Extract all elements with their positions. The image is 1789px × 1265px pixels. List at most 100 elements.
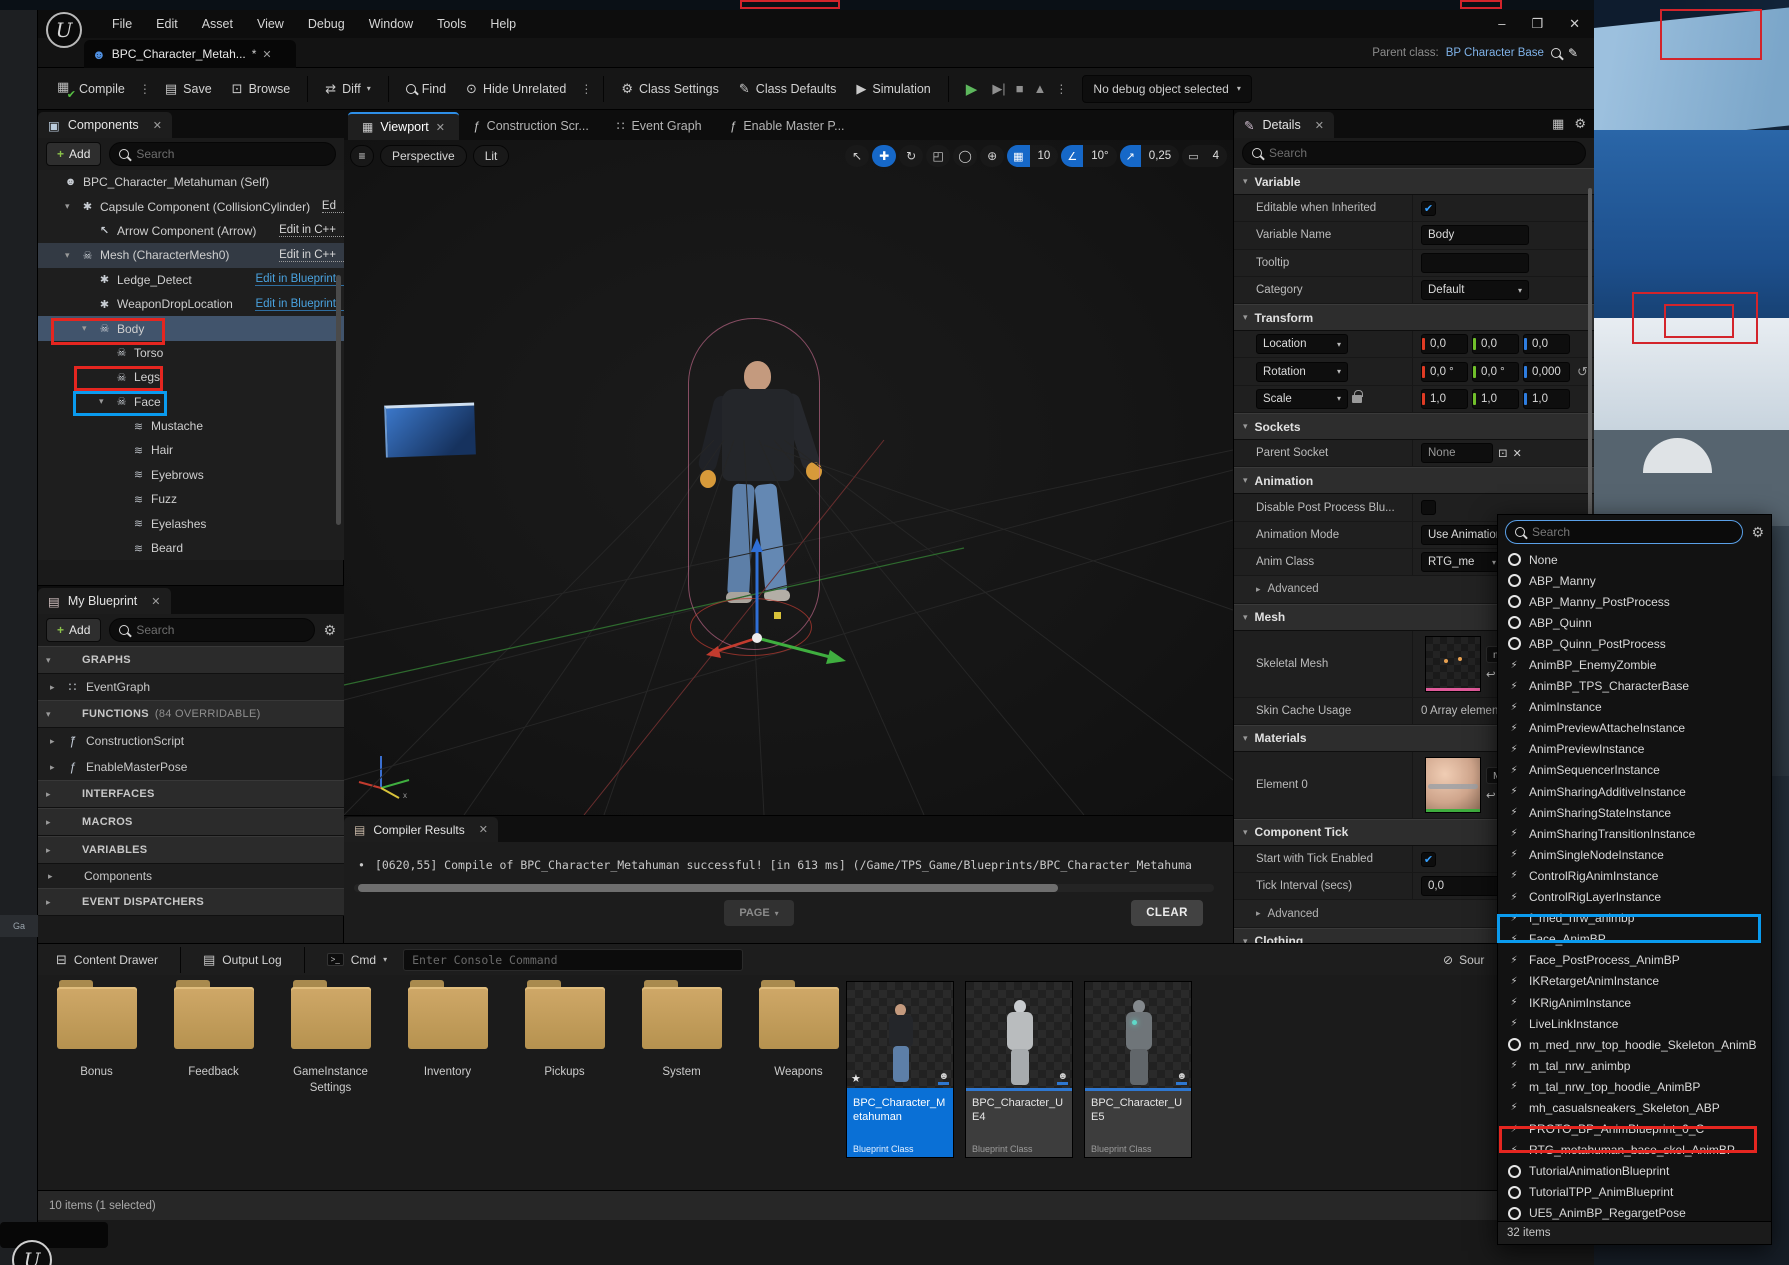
details-scrollbar[interactable] (1588, 188, 1592, 538)
hide-unrelated-button[interactable]: ⊙Hide Unrelated (457, 74, 575, 104)
tab-details[interactable]: ✎ Details ✕ (1234, 112, 1334, 138)
move-tool-icon[interactable]: ✚ (872, 145, 896, 167)
browse-socket-icon[interactable]: ⊡ (1498, 446, 1508, 460)
lock-icon[interactable] (1352, 395, 1362, 403)
edit-link[interactable]: Edit in C++ (279, 249, 344, 262)
dropdown-item[interactable]: ABP_Quinn (1498, 612, 1771, 633)
dropdown-item[interactable]: AnimSharingStateInstance (1498, 802, 1771, 823)
component-tree-row[interactable]: ▾ WeaponDropLocation Edit in Blueprint (38, 292, 344, 316)
parent-socket-input[interactable]: None (1421, 443, 1493, 463)
output-log-button[interactable]: ▤Output Log (195, 952, 290, 968)
find-button[interactable]: Find (397, 74, 455, 104)
asset-card[interactable]: ☻ BPC_Character_UE4 Blueprint Class (965, 981, 1073, 1158)
axis-input[interactable]: 1,0 (1523, 389, 1570, 409)
edit-link[interactable]: Ed (322, 200, 344, 213)
transform-gizmo[interactable] (674, 500, 894, 700)
graph-tab[interactable]: Enable Master P... (716, 112, 859, 140)
world-space-icon[interactable]: ◯ (953, 145, 977, 167)
dropdown-item[interactable]: TutorialTPP_AnimBlueprint (1498, 1182, 1771, 1203)
location-select[interactable]: Location▾ (1256, 334, 1348, 354)
my-blueprint-row[interactable]: ▸ EVENT DISPATCHERS (38, 888, 344, 916)
component-tree-row[interactable]: ▾ Ledge_Detect Edit in Blueprint (38, 268, 344, 292)
tab-my-blueprint[interactable]: ▤ My Blueprint ✕ (38, 588, 171, 614)
axis-input[interactable]: 1,0 (1472, 389, 1519, 409)
axis-input[interactable]: 0,0 (1472, 334, 1519, 354)
edit-link[interactable]: Edit in C++ (279, 224, 344, 237)
dropdown-item[interactable]: AnimSharingAdditiveInstance (1498, 781, 1771, 802)
dropdown-item[interactable]: m_med_nrw_top_hoodie_Skeleton_AnimB (1498, 1034, 1771, 1055)
section-transform[interactable]: ▾Transform (1234, 304, 1594, 331)
my-blueprint-row[interactable]: ▸ VARIABLES (38, 836, 344, 864)
play-button[interactable]: ▶ (957, 74, 987, 104)
my-blueprint-row[interactable]: ▾ FUNCTIONS (84 OVERRIDABLE) (38, 700, 344, 728)
tab-compiler-results[interactable]: ▤ Compiler Results ✕ (344, 817, 498, 842)
tab-close-icon[interactable]: ✕ (436, 121, 445, 134)
dropdown-item[interactable]: AnimBP_EnemyZombie (1498, 654, 1771, 675)
asset-tab[interactable]: ☻ BPC_Character_Metah... * ✕ (84, 40, 296, 68)
gear-icon[interactable]: ⚙ (323, 622, 336, 639)
add-blueprint-item-button[interactable]: +Add (46, 618, 101, 642)
section-sockets[interactable]: ▾Sockets (1234, 413, 1594, 440)
viewport-menu-icon[interactable]: ≡ (350, 145, 374, 167)
section-animation[interactable]: ▾Animation (1234, 467, 1594, 494)
tab-components[interactable]: ▣ Components ✕ (38, 112, 172, 138)
grid-snap-control[interactable]: ▦10 (1007, 145, 1058, 167)
section-arrow-icon[interactable]: ▸ (50, 736, 59, 747)
section-arrow-icon[interactable]: ▸ (46, 897, 55, 908)
debug-object-select[interactable]: No debug object selected▾ (1082, 75, 1251, 103)
dropdown-item[interactable]: f_med_nrw_animbp (1498, 908, 1771, 929)
class-defaults-button[interactable]: ✎Class Defaults (730, 74, 846, 104)
folder-tile[interactable]: GameInstance Settings (272, 987, 389, 1096)
dropdown-item[interactable]: ControlRigLayerInstance (1498, 887, 1771, 908)
menu-item[interactable]: Asset (190, 10, 245, 38)
dropdown-item[interactable]: ABP_Manny (1498, 570, 1771, 591)
folder-tile[interactable]: Pickups (506, 987, 623, 1096)
material-thumbnail[interactable] (1425, 757, 1481, 813)
class-settings-button[interactable]: ⚙Class Settings (612, 74, 728, 104)
compiler-scrollbar[interactable] (358, 884, 1058, 892)
axis-input[interactable]: 0,0 (1523, 334, 1570, 354)
component-tree-row[interactable]: ▾ Hair (38, 438, 344, 462)
dropdown-item[interactable]: AnimSingleNodeInstance (1498, 844, 1771, 865)
graph-tab[interactable]: Event Graph (603, 112, 716, 140)
perspective-button[interactable]: Perspective (380, 145, 467, 167)
folder-tile[interactable]: Inventory (389, 987, 506, 1096)
section-arrow-icon[interactable]: ▸ (46, 817, 55, 828)
stop-button[interactable]: ■ (1012, 74, 1028, 104)
content-drawer-button[interactable]: ⊟Content Drawer (48, 952, 166, 968)
use-selected-icon[interactable]: ↩ (1486, 667, 1496, 681)
close-icon[interactable]: ✕ (151, 595, 160, 608)
component-tree-row[interactable]: ▾ Arrow Component (Arrow) Edit in C++ (38, 219, 344, 243)
dropdown-item[interactable]: RTG_metahuman_base_skel_AnimBP (1498, 1140, 1771, 1161)
asset-card[interactable]: ★ ☻ BPC_Character_Metahuman Blueprint Cl… (846, 981, 954, 1158)
dropdown-item[interactable]: AnimSharingTransitionInstance (1498, 823, 1771, 844)
edit-link[interactable]: Edit in Blueprint (255, 273, 344, 286)
component-tree-row[interactable]: ▾ Capsule Component (CollisionCylinder) … (38, 194, 344, 218)
axis-input[interactable]: 0,0 ° (1421, 362, 1468, 382)
scale-snap-control[interactable]: ↗0,25 (1120, 145, 1180, 167)
search-icon[interactable] (1551, 48, 1561, 58)
gear-icon[interactable]: ⚙ (1574, 116, 1586, 132)
section-arrow-icon[interactable]: ▸ (46, 845, 55, 856)
dropdown-item[interactable]: AnimSequencerInstance (1498, 760, 1771, 781)
use-selected-icon[interactable]: ↩ (1486, 788, 1496, 802)
component-tree-row[interactable]: ▾ BPC_Character_Metahuman (Self) (38, 170, 344, 194)
diff-button[interactable]: ⇄Diff▾ (316, 74, 379, 104)
components-scrollbar[interactable] (336, 275, 341, 525)
reset-icon[interactable]: ↺ (1577, 364, 1588, 380)
expand-arrow-icon[interactable]: ▾ (82, 323, 92, 334)
component-tree-row[interactable]: ▾ Fuzz (38, 487, 344, 511)
dropdown-search-input[interactable]: Search (1505, 520, 1743, 544)
dropdown-item[interactable]: AnimPreviewAttacheInstance (1498, 718, 1771, 739)
cmd-select[interactable]: >_Cmd▾ (319, 953, 395, 967)
section-arrow-icon[interactable]: ▾ (46, 709, 55, 720)
axis-input[interactable]: 0,0 ° (1472, 362, 1519, 382)
compile-options-icon[interactable]: ⋮ (136, 82, 154, 96)
dropdown-item[interactable]: ABP_Manny_PostProcess (1498, 591, 1771, 612)
axis-input[interactable]: 0,0 (1421, 334, 1468, 354)
dropdown-item[interactable]: PROTO_BP_AnimBlueprint_0_C (1498, 1119, 1771, 1140)
save-button[interactable]: ▤Save (156, 74, 221, 104)
add-component-button[interactable]: +Add (46, 142, 101, 166)
my-blueprint-row[interactable]: ▸ MACROS (38, 808, 344, 836)
hide-unrelated-options-icon[interactable]: ⋮ (577, 82, 595, 96)
